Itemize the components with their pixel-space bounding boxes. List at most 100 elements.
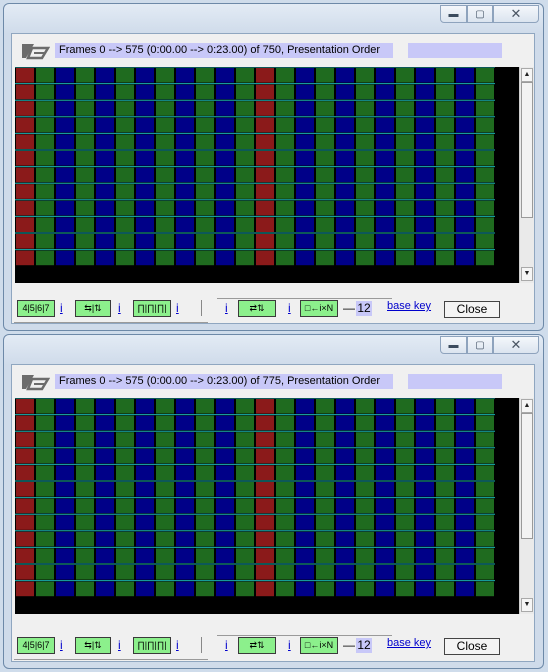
frame-cell[interactable] [476,498,494,514]
frame-cell[interactable] [216,448,234,464]
gop-size-button[interactable]: □←i×N [300,637,338,654]
frame-cell[interactable] [16,399,34,414]
frame-cell[interactable] [456,432,474,447]
frame-cell[interactable] [356,101,374,116]
frame-cell[interactable] [276,565,294,580]
frame-cell[interactable] [196,84,214,100]
frame-cell[interactable] [296,482,314,497]
frame-cell[interactable] [236,134,254,149]
frame-cell[interactable] [336,68,354,83]
frame-cell[interactable] [136,548,154,563]
frame-cell[interactable] [156,565,174,580]
frame-cell[interactable] [356,200,374,216]
frame-cell[interactable] [356,548,374,563]
frame-cell[interactable] [256,167,274,183]
frame-cell[interactable] [476,151,494,166]
frame-cell[interactable] [476,68,494,83]
frame-cell[interactable] [16,465,34,480]
frame-cell[interactable] [476,531,494,547]
frame-grid[interactable] [15,398,519,614]
frame-cell[interactable] [36,482,54,497]
frame-cell[interactable] [316,448,334,464]
frame-cell[interactable] [76,134,94,149]
frame-cell[interactable] [316,151,334,166]
frame-cell[interactable] [356,134,374,149]
frame-cell[interactable] [456,184,474,199]
frame-cell[interactable] [196,234,214,249]
frame-cell[interactable] [96,151,114,166]
frame-cell[interactable] [256,184,274,199]
frame-cell[interactable] [116,448,134,464]
frame-cell[interactable] [36,548,54,563]
frame-cell[interactable] [436,234,454,249]
vertical-scrollbar[interactable]: ▲ ▼ [519,398,534,614]
frame-cell[interactable] [476,581,494,597]
frame-cell[interactable] [436,134,454,149]
frame-cell[interactable] [216,399,234,414]
frame-cell[interactable] [256,515,274,530]
frame-cell[interactable] [16,167,34,183]
frame-cell[interactable] [256,581,274,597]
frame-cell[interactable] [216,217,234,232]
frame-cell[interactable] [396,84,414,100]
frame-cell[interactable] [196,151,214,166]
frame-cell[interactable] [236,68,254,83]
field-pattern-button[interactable]: ∏|∏|∏| [133,300,171,317]
frame-cell[interactable] [36,515,54,530]
frame-cell[interactable] [196,117,214,133]
frame-cell[interactable] [236,167,254,183]
frame-cell[interactable] [256,151,274,166]
frame-cell[interactable] [236,234,254,249]
frame-cell[interactable] [136,432,154,447]
frame-cell[interactable] [36,399,54,414]
frame-cell[interactable] [356,415,374,431]
frame-cell[interactable] [56,151,74,166]
frame-cell[interactable] [416,101,434,116]
frame-cell[interactable] [96,548,114,563]
frame-cell[interactable] [16,498,34,514]
frame-cell[interactable] [416,498,434,514]
frame-cell[interactable] [316,482,334,497]
frame-cell[interactable] [56,432,74,447]
frame-cell[interactable] [396,515,414,530]
frame-cell[interactable] [376,68,394,83]
frame-cell[interactable] [476,515,494,530]
frame-cell[interactable] [296,565,314,580]
frame-cell[interactable] [376,548,394,563]
frame-cell[interactable] [216,101,234,116]
frame-cell[interactable] [156,167,174,183]
frame-cell[interactable] [16,84,34,100]
frame-cell[interactable] [36,432,54,447]
frame-cell[interactable] [316,200,334,216]
frame-cell[interactable] [416,465,434,480]
frame-cell[interactable] [396,101,414,116]
frame-cell[interactable] [76,68,94,83]
frame-cell[interactable] [236,432,254,447]
frame-cell[interactable] [376,184,394,199]
frame-grid[interactable] [15,67,519,283]
frame-cell[interactable] [336,399,354,414]
frame-cell[interactable] [456,68,474,83]
frame-cell[interactable] [216,68,234,83]
frame-cell[interactable] [336,515,354,530]
frame-cell[interactable] [16,515,34,530]
frame-cell[interactable] [476,167,494,183]
frame-cell[interactable] [56,548,74,563]
frame-cell[interactable] [376,531,394,547]
frame-cell[interactable] [376,565,394,580]
frame-cell[interactable] [316,101,334,116]
frame-cell[interactable] [96,465,114,480]
i-link-1[interactable]: i [60,638,63,652]
frame-cell[interactable] [316,432,334,447]
frame-cell[interactable] [76,184,94,199]
scroll-up-arrow-icon[interactable]: ▲ [521,399,533,413]
frame-cell[interactable] [376,482,394,497]
base-key-link[interactable]: base key [387,637,431,649]
frame-cell[interactable] [56,234,74,249]
frame-cell[interactable] [336,415,354,431]
frame-cell[interactable] [456,581,474,597]
frame-cell[interactable] [56,68,74,83]
frame-cell[interactable] [216,482,234,497]
frame-cell[interactable] [196,134,214,149]
frame-cell[interactable] [156,415,174,431]
